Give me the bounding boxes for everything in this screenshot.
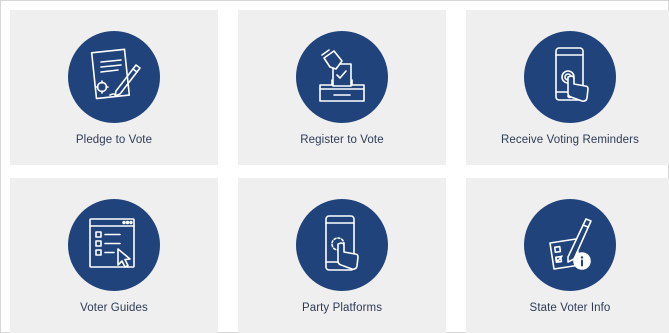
tile-state-voter-info[interactable]: State Voter Info bbox=[466, 178, 669, 333]
tile-label: Voter Guides bbox=[80, 302, 148, 314]
tile-register-to-vote[interactable]: Register to Vote bbox=[238, 10, 446, 165]
pencil-checkbox-info-icon bbox=[524, 199, 616, 291]
tile-party-platforms[interactable]: Party Platforms bbox=[238, 178, 446, 333]
tile-receive-voting-reminders[interactable]: Receive Voting Reminders bbox=[466, 10, 669, 165]
tile-label: Receive Voting Reminders bbox=[501, 134, 639, 146]
tile-label: Register to Vote bbox=[300, 134, 384, 146]
pledge-document-pen-icon bbox=[68, 31, 160, 123]
ballot-box-icon bbox=[296, 31, 388, 123]
tile-label: State Voter Info bbox=[529, 302, 611, 314]
tile-label: Pledge to Vote bbox=[75, 134, 153, 146]
checklist-window-icon bbox=[68, 199, 160, 291]
tile-voter-guides[interactable]: Voter Guides bbox=[10, 178, 218, 333]
tile-pledge-to-vote[interactable]: Pledge to Vote bbox=[10, 10, 218, 165]
action-tiles-grid: Pledge to Vote Register to Vote Receive … bbox=[10, 10, 669, 333]
phone-touch-icon bbox=[296, 199, 388, 291]
tile-label: Party Platforms bbox=[301, 302, 383, 314]
phone-tap-icon bbox=[524, 31, 616, 123]
